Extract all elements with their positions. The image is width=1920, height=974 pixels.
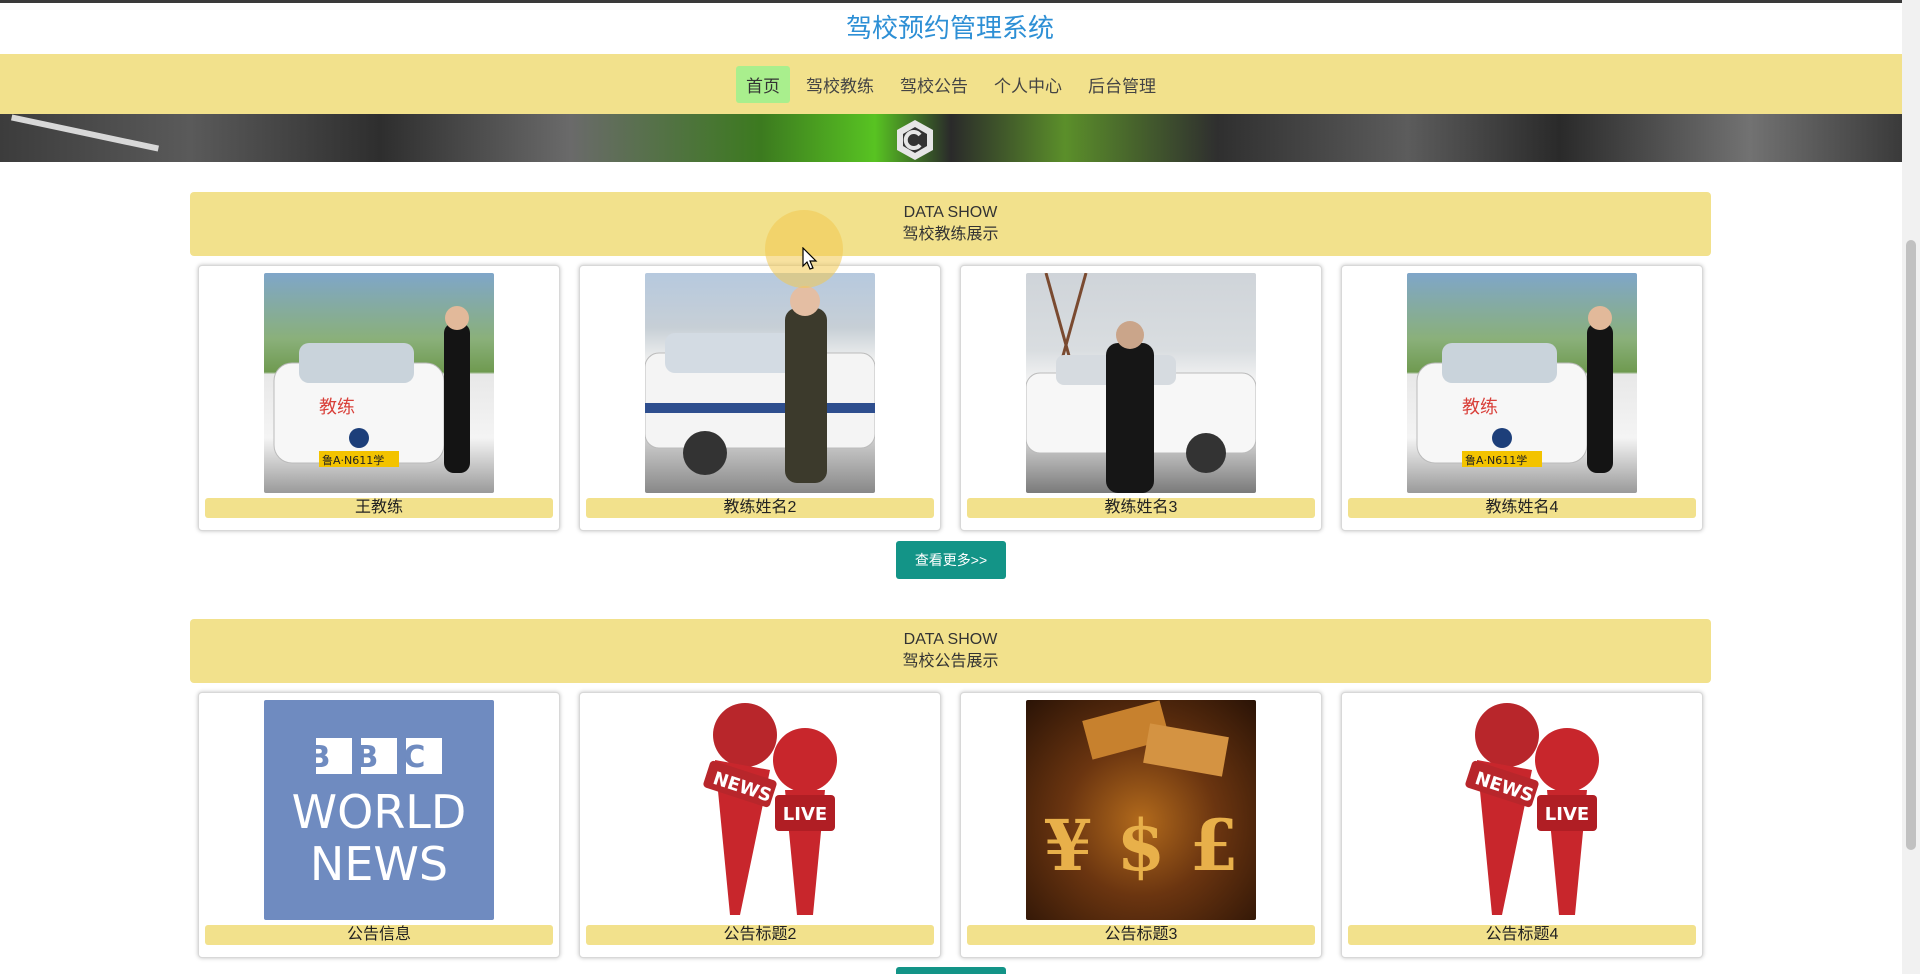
notice-card[interactable]: BBC WORLD NEWS 公告信息	[198, 692, 560, 958]
nav-item-coaches[interactable]: 驾校教练	[796, 66, 884, 103]
coach-name: 教练姓名2	[586, 498, 934, 518]
svg-text:鲁A·N611学: 鲁A·N611学	[1465, 453, 1527, 467]
notice-card[interactable]: NEWS LIVE 公告标题4	[1341, 692, 1703, 958]
notice-card-list: BBC WORLD NEWS 公告信息 NEWS LIVE 公告标题2 ¥ $ …	[198, 692, 1703, 960]
car-brand-logo-icon	[897, 120, 933, 160]
notice-title: 公告标题3	[967, 925, 1315, 945]
coach-name: 王教练	[205, 498, 553, 518]
coach-photo[interactable]	[1026, 273, 1256, 493]
svg-text:NEWS: NEWS	[310, 837, 448, 891]
coach-car-photo-icon	[645, 286, 875, 483]
coach-photo[interactable]: 教练 鲁A·N611学	[264, 273, 494, 493]
coach-name: 教练姓名3	[967, 498, 1315, 518]
svg-text:BBC: BBC	[308, 740, 451, 775]
nav-item-home[interactable]: 首页	[736, 65, 790, 103]
coach-card[interactable]: 教练姓名2	[579, 265, 941, 531]
notice-section-header: DATA SHOW 驾校公告展示	[190, 619, 1711, 683]
notice-title: 公告标题2	[586, 925, 934, 945]
scrollbar-thumb[interactable]	[1906, 240, 1916, 850]
coach-card[interactable]: 教练姓名3	[960, 265, 1322, 531]
notice-card[interactable]: ¥ $ £ 公告标题3	[960, 692, 1322, 958]
coach-car-photo-icon: 教练 鲁A·N611学	[273, 306, 470, 473]
coach-card[interactable]: 教练 鲁A·N611学 王教练	[198, 265, 560, 531]
main-nav: 首页 驾校教练 驾校公告 个人中心 后台管理	[0, 54, 1902, 114]
banner-road-stripe	[11, 114, 159, 152]
nav-item-admin[interactable]: 后台管理	[1078, 66, 1166, 103]
notice-image[interactable]: ¥ $ £	[1026, 700, 1256, 920]
coach-car-photo-icon	[1026, 273, 1256, 493]
svg-text:教练: 教练	[319, 397, 355, 418]
notice-card[interactable]: NEWS LIVE 公告标题2	[579, 692, 941, 958]
page-scrollbar[interactable]	[1902, 0, 1920, 974]
nav-item-profile[interactable]: 个人中心	[984, 66, 1072, 103]
svg-text:¥ $ £: ¥ $ £	[1044, 804, 1239, 887]
notice-section-title-en: DATA SHOW	[903, 631, 998, 648]
view-more-coaches-button[interactable]: 查看更多>>	[896, 541, 1006, 579]
notice-title: 公告信息	[205, 925, 553, 945]
coach-section-header: DATA SHOW 驾校教练展示	[190, 192, 1711, 256]
coach-photo[interactable]	[645, 273, 875, 493]
nav-item-notices[interactable]: 驾校公告	[890, 66, 978, 103]
news-microphone-icon: NEWS LIVE	[1465, 703, 1599, 915]
notice-image[interactable]: NEWS LIVE	[1407, 700, 1637, 920]
svg-text:LIVE: LIVE	[783, 804, 827, 825]
view-more-notices-button[interactable]	[896, 967, 1006, 974]
coach-section-title-cn: 驾校教练展示	[902, 226, 999, 243]
svg-text:鲁A·N611学: 鲁A·N611学	[322, 453, 384, 467]
notice-section-title-cn: 驾校公告展示	[902, 653, 999, 670]
svg-text:WORLD: WORLD	[292, 785, 467, 839]
notice-image[interactable]: NEWS LIVE	[645, 700, 875, 920]
svg-text:教练: 教练	[1462, 397, 1498, 418]
news-microphone-icon: NEWS LIVE	[703, 703, 837, 915]
coach-photo[interactable]: 教练 鲁A·N611学	[1407, 273, 1637, 493]
site-title: 驾校预约管理系统	[845, 13, 1054, 43]
coach-card-list: 教练 鲁A·N611学 王教练 教练姓名2 教练姓名3 教练 鲁A·N611学 …	[198, 265, 1703, 533]
bbc-world-news-logo-icon: BBC WORLD NEWS	[292, 738, 467, 891]
coach-name: 教练姓名4	[1348, 498, 1696, 518]
coach-car-photo-icon: 教练 鲁A·N611学	[1416, 306, 1613, 473]
notice-image[interactable]: BBC WORLD NEWS	[264, 700, 494, 920]
hero-banner	[0, 114, 1902, 162]
coach-section-title-en: DATA SHOW	[903, 204, 998, 221]
coach-card[interactable]: 教练 鲁A·N611学 教练姓名4	[1341, 265, 1703, 531]
mouse-cursor-icon	[802, 247, 818, 270]
notice-title: 公告标题4	[1348, 925, 1696, 945]
svg-text:LIVE: LIVE	[1545, 804, 1589, 825]
currency-symbols-icon: ¥ $ £	[1044, 700, 1239, 887]
